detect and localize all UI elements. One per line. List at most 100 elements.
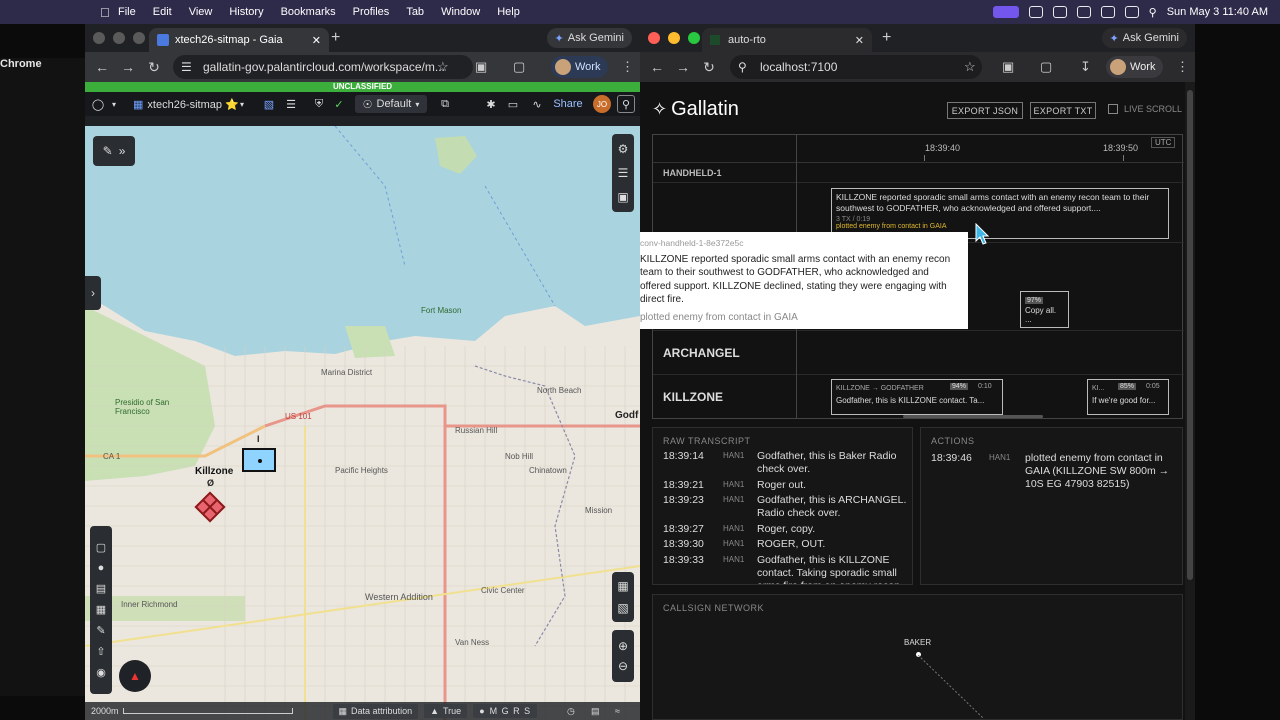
menu-help[interactable]: Help <box>497 6 520 18</box>
event-card-killzone-2[interactable]: KI... 85% 0:05 If we're good for... <box>1087 379 1169 415</box>
zoom-in-icon[interactable]: ⊕ <box>618 639 628 653</box>
layers-icon[interactable]: ▧ <box>261 95 277 113</box>
menu-profiles[interactable]: Profiles <box>353 6 390 18</box>
forward-icon[interactable]: → <box>670 59 696 75</box>
friendly-unit-marker[interactable] <box>242 448 276 472</box>
reload-icon[interactable]: ↻ <box>696 59 722 76</box>
profile-button[interactable]: Work <box>1106 56 1164 78</box>
search-icon[interactable]: ⚲ <box>617 95 635 113</box>
clock[interactable]: Sun May 3 11:40 AM <box>1167 6 1268 18</box>
url-field[interactable]: ☰ gallatin-gov.palantircloud.com/workspac… <box>173 55 473 79</box>
clock-icon[interactable]: ◷ <box>567 706 575 717</box>
event-card-killzone-1[interactable]: KILLZONE → GODFATHER 94% 0:10 Godfather,… <box>831 379 1003 415</box>
menu-history[interactable]: History <box>229 6 263 18</box>
battery-icon[interactable] <box>1124 6 1139 18</box>
draw-tools-button[interactable]: ✎» <box>93 136 135 166</box>
extensions-icon[interactable]: ▣ <box>1002 59 1014 75</box>
menu-tab[interactable]: Tab <box>406 6 424 18</box>
transcript-row[interactable]: 18:39:30 HAN1 ROGER, OUT. <box>663 538 913 554</box>
menu-view[interactable]: View <box>189 6 213 18</box>
menu-file[interactable]: File <box>118 6 136 18</box>
upload-icon[interactable]: ⇧ <box>96 645 105 658</box>
list-icon[interactable]: ☰ <box>283 95 299 113</box>
new-tab-button[interactable]: + <box>331 29 340 47</box>
page-scrollbar-thumb[interactable] <box>1187 90 1193 580</box>
menu-edit[interactable]: Edit <box>153 6 172 18</box>
minimize-window-button[interactable] <box>668 32 680 44</box>
focus-icon[interactable]: ▢ <box>96 541 106 554</box>
download-icon[interactable]: ↧ <box>1080 59 1091 75</box>
gaia-logo-icon[interactable]: ◯ <box>91 95 105 113</box>
eraser-icon[interactable]: ✎ <box>96 624 105 637</box>
zoom-window-button[interactable] <box>688 32 700 44</box>
transcript-row[interactable]: 18:39:33 HAN1 Godfather, this is KILLZONE … <box>663 554 913 584</box>
transcript-row[interactable]: 18:39:14 HAN1 Godfather, this is Baker Rad… <box>663 450 913 480</box>
back-icon[interactable]: ← <box>89 59 115 75</box>
menu-bookmarks[interactable]: Bookmarks <box>281 6 336 18</box>
cast-icon[interactable]: ▢ <box>1040 59 1052 75</box>
wifi-icon[interactable] <box>1100 6 1115 18</box>
transcript-row[interactable]: 18:39:27 HAN1 Roger, copy. <box>663 523 913 539</box>
building-icon[interactable]: ▧ <box>617 601 628 615</box>
status-icon[interactable] <box>1028 6 1043 18</box>
bookmark-star-icon[interactable]: ☆ <box>964 59 976 75</box>
apple-icon[interactable]:  <box>100 5 118 20</box>
menu-window[interactable]: Window <box>441 6 480 18</box>
timeline-scrollbar[interactable] <box>903 415 1043 418</box>
pin-icon[interactable]: ● <box>98 562 105 574</box>
chevron-down-icon[interactable]: ▾ <box>109 95 119 113</box>
signal-icon[interactable]: ≈ <box>615 706 620 716</box>
event-card-small[interactable]: 97% Copy all. ... <box>1020 291 1069 328</box>
export-json-button[interactable]: EXPORT JSON <box>947 102 1023 119</box>
zoom-out-icon[interactable]: ⊖ <box>618 659 628 673</box>
north-reference-button[interactable]: ▲ True <box>424 704 468 718</box>
tab-auto-rto[interactable]: auto-rto ✕ <box>702 28 872 52</box>
close-tab-icon[interactable]: ✕ <box>312 34 321 47</box>
forward-icon[interactable]: → <box>115 59 141 75</box>
window-icon[interactable]: ▤ <box>96 582 106 595</box>
layer-select[interactable]: ☉ Default ▾ <box>355 95 427 113</box>
bookmark-star-icon[interactable]: ☆ <box>437 59 449 75</box>
ask-gemini-button[interactable]: ✦ Ask Gemini <box>1101 28 1187 48</box>
reload-icon[interactable]: ↻ <box>141 59 167 76</box>
bell-icon[interactable]: ⚙ <box>618 142 629 156</box>
close-window-button[interactable] <box>93 32 105 44</box>
chat-icon[interactable]: ▣ <box>617 190 628 204</box>
site-info-icon[interactable]: ☰ <box>181 60 192 74</box>
user-avatar[interactable]: JO <box>593 95 611 113</box>
map-name[interactable]: ▦ xtech26-sitmap ⭐ <box>133 95 243 113</box>
zoom-window-button[interactable] <box>133 32 145 44</box>
tab-gaia[interactable]: xtech26-sitmap - Gaia ✕ <box>149 28 329 52</box>
cast-icon[interactable]: ▢ <box>513 59 525 75</box>
copy-icon[interactable]: ⧉ <box>437 95 453 113</box>
profile-button[interactable]: Work <box>551 56 609 78</box>
close-window-button[interactable] <box>648 32 660 44</box>
action-row[interactable]: 18:39:46 HAN1 plotted enemy from contact i… <box>931 452 1181 496</box>
status-icon[interactable] <box>1052 6 1067 18</box>
share-button[interactable]: Share <box>553 95 583 113</box>
transcript-row[interactable]: 18:39:21 HAN1 Roger out. <box>663 479 913 495</box>
more-menu-icon[interactable]: ⋮ <box>621 59 634 75</box>
status-icon[interactable] <box>1076 6 1091 18</box>
live-scroll-checkbox[interactable] <box>1108 104 1118 114</box>
expand-panel-button[interactable]: › <box>85 276 101 310</box>
live-scroll-toggle[interactable]: LIVE SCROLL <box>1108 104 1182 114</box>
screen-record-icon[interactable] <box>992 6 1019 18</box>
activity-icon[interactable]: ∿ <box>529 95 545 113</box>
search-icon[interactable]: ⚲ <box>1149 6 1157 19</box>
grid-icon[interactable]: ▦ <box>96 603 106 616</box>
shield-icon[interactable]: ⛨ <box>311 95 327 113</box>
camera-icon[interactable]: ◉ <box>96 666 106 679</box>
site-info-icon[interactable]: ⚲ <box>738 60 747 74</box>
list-icon[interactable]: ☰ <box>618 166 629 180</box>
ask-gemini-button[interactable]: ✦ Ask Gemini <box>546 28 632 48</box>
north-arrow-icon[interactable]: ▲ <box>119 660 151 692</box>
check-icon[interactable]: ✓ <box>331 95 347 113</box>
transcript-row[interactable]: 18:39:23 HAN1 Godfather, this is ARCHANGEL… <box>663 494 913 524</box>
chart-icon[interactable]: ▭ <box>505 95 521 113</box>
data-attribution-button[interactable]: ▦ Data attribution <box>332 703 419 719</box>
chart-icon[interactable]: ▤ <box>591 706 600 717</box>
back-icon[interactable]: ← <box>644 59 670 75</box>
map-canvas[interactable]: Marina District North Beach Russian Hill… <box>85 126 640 720</box>
map-menu-chevron-icon[interactable]: ▾ <box>237 95 247 113</box>
